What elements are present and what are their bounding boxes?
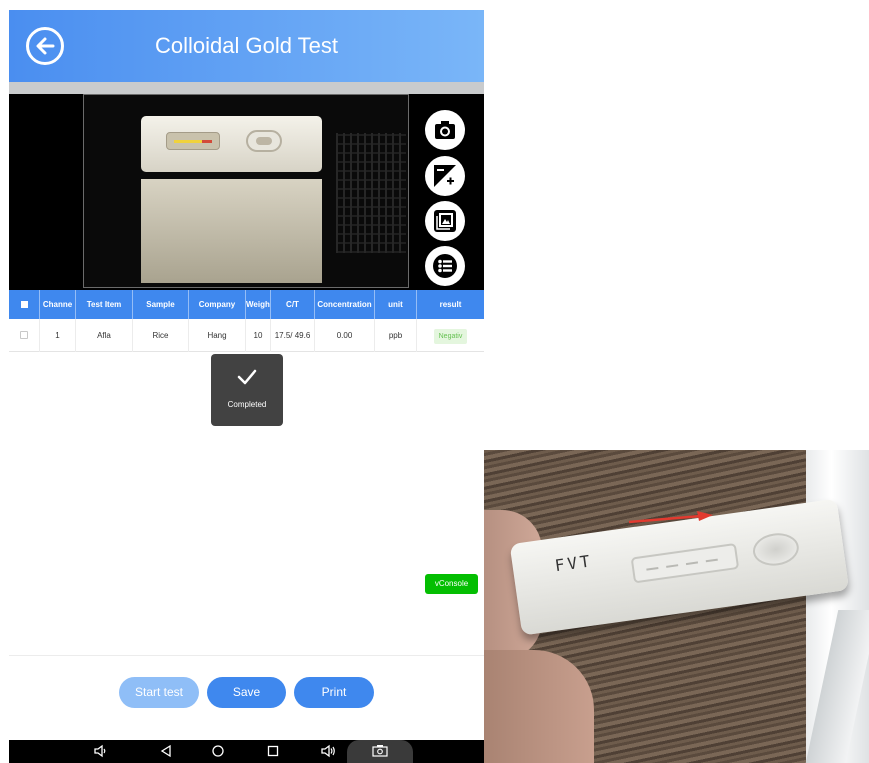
preview-noise — [336, 133, 406, 253]
header-divider — [9, 82, 484, 94]
header-concentration: Concentration — [315, 290, 375, 319]
photo-line — [666, 564, 679, 568]
header-ct: C/T — [271, 290, 315, 319]
red-arrow-icon — [629, 511, 713, 524]
check-icon — [237, 369, 257, 385]
header-company: Company — [189, 290, 246, 319]
gallery-icon — [434, 210, 456, 232]
header-unit: unit — [375, 290, 417, 319]
cell-unit: ppb — [375, 319, 417, 352]
cell-sample: Rice — [133, 319, 189, 352]
table-row[interactable]: 1 Afla Rice Hang 10 17.5/ 49.6 0.00 ppb … — [9, 319, 484, 352]
strip-window — [166, 132, 220, 150]
save-button[interactable]: Save — [207, 677, 286, 708]
back-triangle-icon[interactable] — [159, 744, 173, 758]
list-icon — [433, 254, 457, 278]
row-checkbox[interactable] — [9, 319, 40, 352]
select-all-checkbox[interactable] — [9, 290, 40, 319]
cell-test-item: Afla — [76, 319, 133, 352]
test-strip-photo: FVT — [484, 450, 869, 763]
toast-label: Completed — [227, 400, 267, 409]
header-weight: Weight — [246, 290, 271, 319]
print-button[interactable]: Print — [294, 677, 374, 708]
photo-line — [685, 561, 699, 566]
test-line — [202, 140, 212, 143]
results-table-header: Channe Test Item Sample Company Weight C… — [9, 290, 484, 319]
cell-weight: 10 — [246, 319, 271, 352]
result-badge: Negativ — [433, 329, 468, 344]
cell-result: Negativ — [417, 319, 484, 352]
app-header: Colloidal Gold Test — [9, 10, 484, 82]
test-cassette-image — [141, 116, 322, 172]
back-button[interactable] — [26, 27, 64, 65]
cell-company: Hang — [189, 319, 246, 352]
system-nav-bar — [9, 740, 484, 763]
photo-strip-window — [630, 542, 740, 584]
camera-preview — [83, 94, 409, 288]
exposure-button[interactable] — [425, 156, 465, 196]
header-test-item: Test Item — [76, 290, 133, 319]
cassette-holder-image — [141, 179, 322, 283]
photo-line — [646, 566, 659, 571]
photo-line — [705, 558, 718, 563]
cell-channel: 1 — [40, 319, 76, 352]
vconsole-button[interactable]: vConsole — [425, 574, 478, 594]
control-line — [174, 140, 202, 143]
cell-ct: 17.5/ 49.6 — [271, 319, 315, 352]
home-circle-icon[interactable] — [211, 744, 225, 758]
sample-well — [246, 130, 282, 152]
volume-down-icon[interactable] — [93, 744, 107, 758]
header-result: result — [439, 300, 462, 309]
photo-sample-well — [750, 530, 801, 569]
capture-button[interactable] — [425, 110, 465, 150]
completed-toast: Completed — [211, 354, 283, 426]
exposure-icon — [434, 165, 456, 187]
header-sample: Sample — [133, 290, 189, 319]
arrow-left-icon — [36, 37, 55, 55]
screenshot-icon[interactable] — [371, 744, 389, 758]
volume-up-icon[interactable] — [320, 744, 336, 758]
strip-handwritten-label: FVT — [553, 551, 594, 576]
checkbox-box — [20, 331, 28, 339]
camera-icon — [435, 121, 455, 139]
cell-concentration: 0.00 — [315, 319, 375, 352]
list-button[interactable] — [425, 246, 465, 286]
header-channel: Channe — [40, 290, 76, 319]
gallery-button[interactable] — [425, 201, 465, 241]
page-title: Colloidal Gold Test — [154, 33, 339, 58]
camera-area — [9, 94, 484, 290]
start-test-button[interactable]: Start test — [119, 677, 199, 708]
recents-square-icon[interactable] — [266, 744, 280, 758]
thumb-shape — [484, 650, 594, 763]
app-screen: Colloidal Gold Test Channe Test Item Sam… — [9, 10, 484, 763]
checkbox-box — [20, 301, 28, 308]
